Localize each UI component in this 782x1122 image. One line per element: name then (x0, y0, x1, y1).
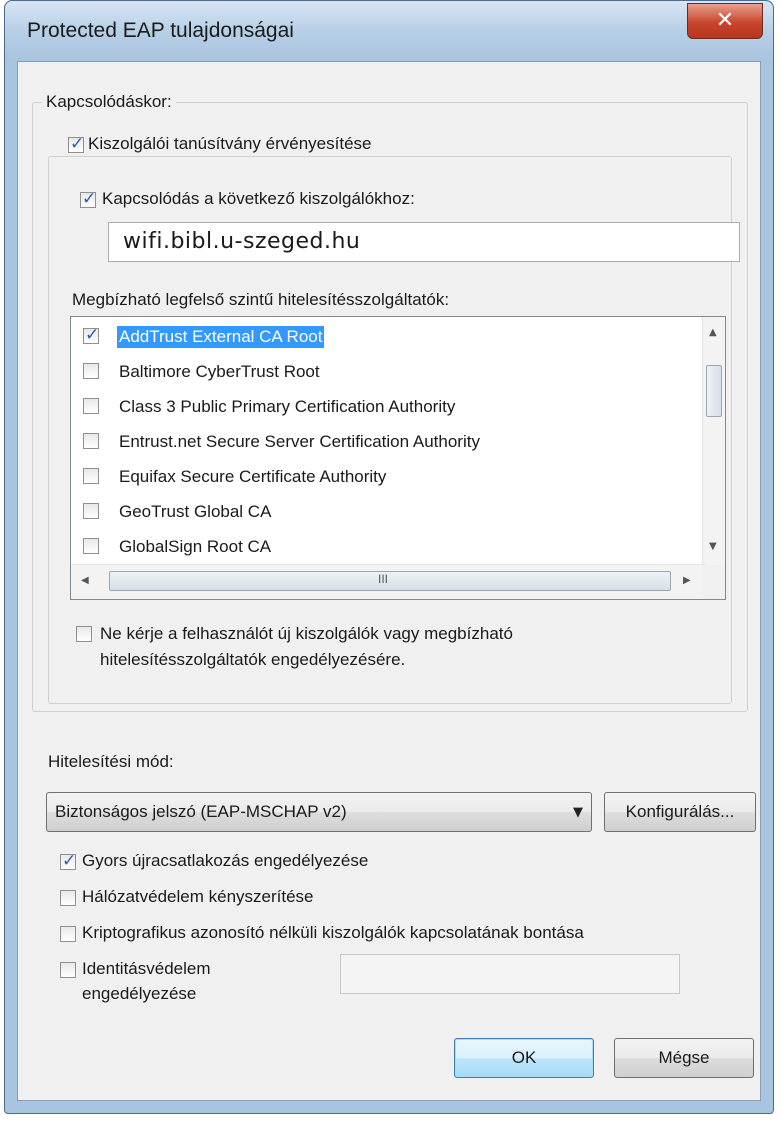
no-prompt-label-line1[interactable]: Ne kérje a felhasználót új kiszolgálók v… (100, 624, 513, 644)
identity-input[interactable] (340, 954, 680, 994)
ca-label: GeoTrust Global CA (119, 502, 272, 521)
ca-label: Equifax Secure Certificate Authority (119, 467, 387, 486)
vertical-scrollbar[interactable]: ▲ ▼ (702, 317, 725, 565)
list-item[interactable]: GlobalSign Root CA (71, 529, 691, 563)
list-item[interactable]: Entrust.net Secure Server Certification … (71, 424, 691, 458)
validate-cert-label[interactable]: Kiszolgálói tanúsítvány érvényesítése (88, 134, 378, 154)
ca-checkbox[interactable] (83, 325, 99, 345)
dialog-window: Protected EAP tulajdonságai ✕ Kapcsolódá… (4, 0, 774, 1114)
window-title: Protected EAP tulajdonságai (27, 19, 294, 42)
trusted-ca-list[interactable]: AddTrust External CA Root Baltimore Cyber… (70, 316, 726, 600)
ca-label: Entrust.net Secure Server Certification … (119, 432, 480, 451)
network-protection-label[interactable]: Hálózatvédelem kényszerítése (82, 887, 314, 907)
list-item[interactable]: Baltimore CyberTrust Root (71, 354, 691, 388)
list-item[interactable]: GeoTrust Global CA (71, 494, 691, 528)
dialog-body: Kapcsolódáskor: Kiszolgálói tanúsítvány … (17, 61, 761, 1101)
trusted-ca-label: Megbízható legfelső szintű hitelesítéssz… (72, 290, 450, 309)
scroll-down-icon[interactable]: ▼ (709, 541, 717, 552)
auth-method-label: Hitelesítési mód: (48, 752, 174, 771)
identity-protection-label-line2[interactable]: engedélyezése (82, 984, 196, 1004)
no-prompt-checkbox[interactable] (76, 626, 92, 642)
list-item[interactable]: AddTrust External CA Root (71, 319, 691, 353)
scroll-left-icon[interactable]: ◀ (81, 575, 89, 586)
ca-checkbox[interactable] (83, 433, 99, 449)
fast-reconnect-checkbox[interactable] (60, 851, 76, 871)
scrollbar-corner (703, 565, 725, 599)
ca-checkbox[interactable] (83, 468, 99, 484)
ca-label: Baltimore CyberTrust Root (119, 362, 320, 381)
vertical-scroll-thumb[interactable] (706, 365, 722, 417)
connect-group-label: Kapcsolódáskor: (42, 92, 176, 112)
title-bar[interactable]: Protected EAP tulajdonságai ✕ (5, 1, 773, 61)
ca-checkbox[interactable] (83, 503, 99, 519)
ca-label: GlobalSign Root CA (119, 537, 272, 556)
connect-servers-label[interactable]: Kapcsolódás a következő kiszolgálókhoz: (102, 189, 415, 209)
disconnect-no-crypto-label[interactable]: Kriptografikus azonosító nélküli kiszolg… (82, 923, 584, 943)
network-protection-checkbox[interactable] (60, 890, 76, 906)
ca-label: Class 3 Public Primary Certification Aut… (119, 397, 456, 416)
list-item[interactable]: Equifax Secure Certificate Authority (71, 459, 691, 493)
validate-cert-checkbox[interactable] (68, 134, 84, 154)
ca-checkbox[interactable] (83, 363, 99, 379)
fast-reconnect-label[interactable]: Gyors újracsatlakozás engedélyezése (82, 851, 368, 871)
chevron-down-icon[interactable]: ▼ (573, 805, 583, 820)
scroll-up-icon[interactable]: ▲ (709, 327, 717, 338)
identity-protection-label-line1[interactable]: Identitásvédelem (82, 959, 211, 979)
scroll-right-icon[interactable]: ▶ (683, 575, 691, 586)
server-name-value: wifi.bibl.u-szeged.hu (123, 229, 361, 254)
auth-method-value: Biztonságos jelszó (EAP-MSCHAP v2) (55, 802, 347, 821)
ca-checkbox[interactable] (83, 398, 99, 414)
identity-protection-checkbox[interactable] (60, 962, 76, 978)
cancel-button[interactable]: Mégse (614, 1038, 754, 1078)
ca-label: AddTrust External CA Root (117, 326, 325, 348)
ca-checkbox[interactable] (83, 538, 99, 554)
disconnect-no-crypto-checkbox[interactable] (60, 926, 76, 942)
server-name-input[interactable]: wifi.bibl.u-szeged.hu (108, 222, 740, 262)
horizontal-scrollbar[interactable]: ◀ III ▶ (71, 564, 705, 599)
no-prompt-label-line2[interactable]: hitelesítésszolgáltatók engedélyezésére. (100, 650, 405, 670)
configure-button[interactable]: Konfigurálás... (604, 792, 756, 832)
horizontal-scroll-thumb[interactable]: III (109, 571, 671, 591)
ok-button[interactable]: OK (454, 1038, 594, 1078)
connect-servers-checkbox[interactable] (80, 189, 96, 209)
list-item[interactable]: Class 3 Public Primary Certification Aut… (71, 389, 691, 423)
auth-method-select[interactable]: Biztonságos jelszó (EAP-MSCHAP v2) ▼ (46, 792, 592, 832)
close-button[interactable]: ✕ (687, 3, 763, 39)
scroll-grip: III (378, 572, 389, 586)
